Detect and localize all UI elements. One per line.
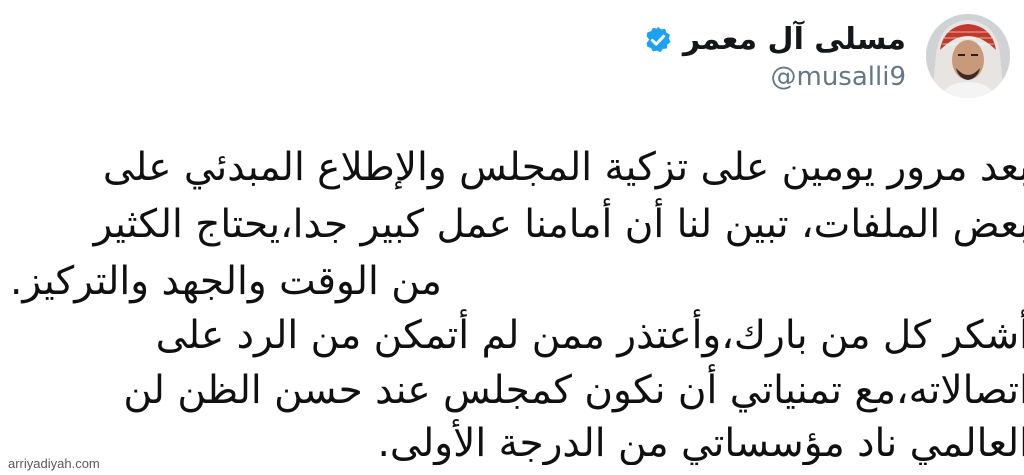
tweet-line: من الوقت والجهد والتركيز. xyxy=(10,259,442,304)
display-name[interactable]: مسلى آل معمر xyxy=(683,22,906,57)
tweet-header: مسلى آل معمر @musalli9 xyxy=(0,0,1024,115)
tweet-text: بعد مرور يومين على تزكية المجلس والإطلاع… xyxy=(0,120,1024,465)
tweet-line: بعد مرور يومين على تزكية المجلس والإطلاع… xyxy=(102,145,1024,190)
avatar[interactable] xyxy=(926,14,1010,98)
site-watermark: arriyadiyah.com xyxy=(6,456,102,471)
tweet-line: أشكر كل من بارك،وأعتذر ممن لم أتمكن من ا… xyxy=(155,313,1024,358)
avatar-image xyxy=(926,14,1010,98)
tweet-line: اتصالاته،مع تمنياتي أن نكون كمجلس عند حس… xyxy=(123,368,1024,413)
verified-badge-icon xyxy=(646,26,671,52)
user-handle[interactable]: @musalli9 xyxy=(771,62,907,92)
tweet-line: العالمي ناد مؤسساتي من الدرجة الأولى. xyxy=(377,421,1024,465)
tweet-line: بعض الملفات، تبين لنا أن أمامنا عمل كبير… xyxy=(93,202,1024,247)
author-name-row[interactable]: مسلى آل معمر xyxy=(643,22,906,57)
